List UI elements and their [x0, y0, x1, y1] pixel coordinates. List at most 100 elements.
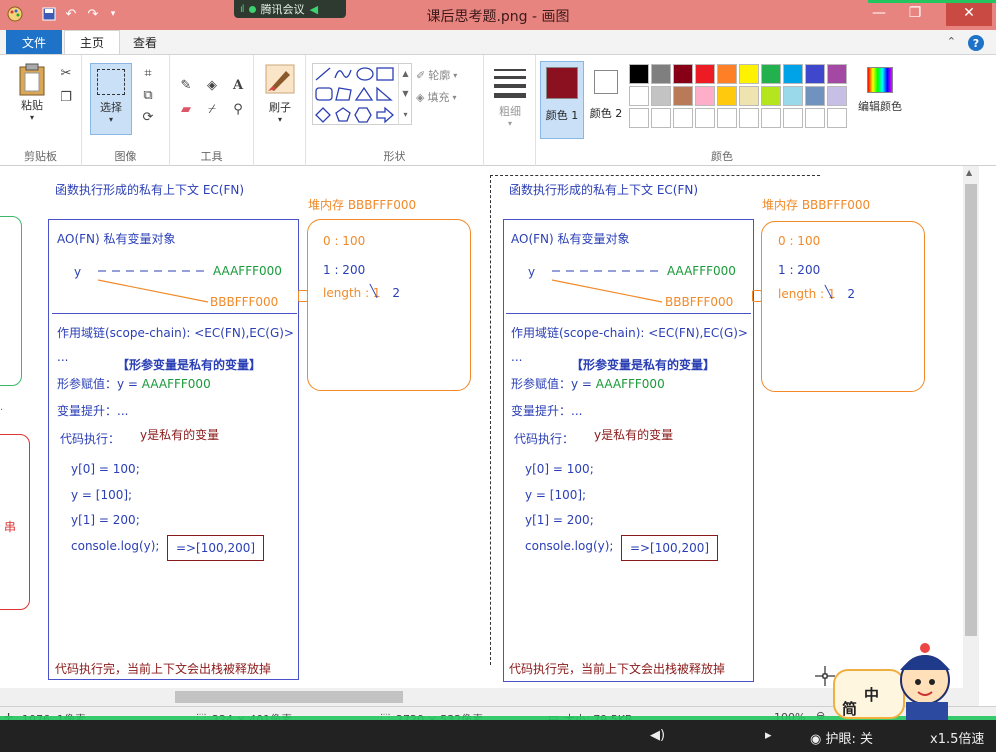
recording-dot-icon	[248, 5, 256, 13]
redo-icon[interactable]: ↷	[84, 5, 102, 23]
result-box: =>[100,200]	[167, 535, 264, 561]
text-tool-icon[interactable]: A	[228, 75, 248, 95]
scroll-down-icon[interactable]: ▼	[402, 89, 408, 98]
horizontal-scrollbar[interactable]	[0, 688, 963, 706]
save-icon[interactable]	[40, 5, 58, 23]
palette-swatch[interactable]	[629, 64, 649, 84]
heap-length-old: 1 ╲	[370, 284, 381, 300]
shape-gallery	[312, 63, 412, 125]
playback-speed[interactable]: x1.5倍速	[930, 728, 984, 747]
outline-option[interactable]: ✐ 轮廓 ▾	[416, 67, 457, 83]
shape-gallery-scroll[interactable]: ▲ ▼ ▾	[398, 63, 412, 125]
palette-swatch[interactable]	[827, 108, 847, 128]
palette-swatch[interactable]	[629, 108, 649, 128]
color2-button[interactable]: 颜色 2	[586, 61, 626, 139]
partial-green-frame	[0, 216, 22, 386]
palette-swatch[interactable]	[805, 86, 825, 106]
palette-swatch[interactable]	[673, 108, 693, 128]
crop-icon[interactable]: ⌗	[138, 63, 158, 83]
edit-colors-button[interactable]: 编辑颜色	[854, 67, 906, 114]
code-line-3: y[1] = 200;	[71, 513, 140, 527]
palette-swatch[interactable]	[761, 108, 781, 128]
copy-icon[interactable]: ❐	[56, 87, 76, 107]
meeting-label: 腾讯会议	[260, 3, 305, 16]
window-title: 课后思考题.png - 画图	[426, 9, 570, 25]
volume-icon[interactable]: ◀)	[650, 728, 665, 743]
palette-swatch[interactable]	[673, 64, 693, 84]
ime-mascot-sticker[interactable]: 中 简	[830, 640, 970, 720]
color1-button[interactable]: 颜色 1	[540, 61, 584, 139]
color-picker-icon[interactable]: ⌿	[202, 99, 222, 119]
tab-home[interactable]: 主页	[64, 30, 120, 54]
code-line-4: console.log(y);	[525, 539, 614, 553]
tab-file[interactable]: 文件	[6, 30, 62, 54]
scope-chain: 作用域链(scope-chain): <EC(FN),EC(G)>	[57, 326, 294, 340]
palette-swatch[interactable]	[651, 108, 671, 128]
close-button[interactable]: ✕	[946, 0, 992, 26]
fill-option[interactable]: ◈ 填充 ▾	[416, 89, 456, 105]
palette-swatch[interactable]	[717, 64, 737, 84]
palette-swatch[interactable]	[761, 64, 781, 84]
palette-swatch[interactable]	[717, 108, 737, 128]
rotate-icon[interactable]: ⟳	[138, 107, 158, 127]
right-triangle-shape-icon	[376, 86, 393, 101]
heap-link-tab	[752, 290, 762, 302]
palette-swatch[interactable]	[805, 108, 825, 128]
palette-swatch[interactable]	[783, 86, 803, 106]
maximize-button[interactable]: ❐	[898, 0, 932, 26]
paste-button[interactable]: 粘贴 ▾	[12, 63, 52, 122]
palette-swatch[interactable]	[827, 86, 847, 106]
fill-bucket-icon[interactable]: ◈	[202, 75, 222, 95]
meeting-indicator[interactable]: ıl 腾讯会议 ◀	[234, 0, 346, 18]
minimize-button[interactable]: —	[862, 0, 896, 26]
scroll-up-icon[interactable]: ▲	[402, 69, 408, 78]
horizontal-scroll-thumb[interactable]	[175, 691, 403, 703]
brush-button[interactable]: 刷子 ▾	[260, 63, 300, 124]
palette-swatch[interactable]	[827, 64, 847, 84]
heap-length-old: 1 ╲	[825, 285, 836, 301]
palette-swatch[interactable]	[739, 108, 759, 128]
ime-char-top: 中	[864, 686, 880, 704]
palette-swatch[interactable]	[629, 86, 649, 106]
palette-swatch[interactable]	[695, 64, 715, 84]
palette-swatch[interactable]	[805, 64, 825, 84]
drawing-canvas[interactable]: 串 . 函数执行形成的私有上下文 EC(FN) AO(FN) 私有变量对象 y …	[0, 166, 996, 710]
palette-swatch[interactable]	[783, 108, 803, 128]
eraser-icon[interactable]: ▰	[176, 99, 196, 119]
vertical-scroll-thumb[interactable]	[965, 184, 977, 636]
palette-swatch[interactable]	[695, 108, 715, 128]
help-icon[interactable]: ?	[968, 35, 984, 51]
cut-icon[interactable]: ✂	[56, 63, 76, 83]
result-box: =>[100,200]	[621, 535, 718, 561]
magnifier-icon[interactable]: ⚲	[228, 99, 248, 119]
palette-swatch[interactable]	[717, 86, 737, 106]
brush-group: 刷子 ▾	[254, 55, 306, 167]
ribbon: 粘贴 ▾ ✂ ❐ 剪贴板 选择 ▾ ⌗ ⧉ ⟳ 图像 ✎ ◈ A ▰ ⌿ ⚲ 工…	[0, 54, 996, 167]
collapse-ribbon-icon[interactable]: ⌃	[947, 35, 956, 48]
vertical-scrollbar[interactable]: ▲	[963, 166, 979, 710]
undo-icon[interactable]: ↶	[62, 5, 80, 23]
expand-gallery-icon[interactable]: ▾	[403, 110, 407, 119]
eye-care-toggle[interactable]: ◉ 护眼: 关	[810, 728, 873, 747]
context-title: 函数执行形成的私有上下文 EC(FN)	[509, 183, 699, 197]
palette-swatch[interactable]	[739, 64, 759, 84]
pencil-icon[interactable]: ✎	[176, 75, 196, 95]
resize-icon[interactable]: ⧉	[138, 85, 158, 105]
next-icon[interactable]: ▸	[765, 728, 772, 743]
footer-note: 代码执行完，当前上下文会出栈被释放掉	[509, 662, 726, 676]
palette-swatch[interactable]	[695, 86, 715, 106]
palette-swatch[interactable]	[673, 86, 693, 106]
select-button[interactable]: 选择 ▾	[90, 63, 132, 135]
rectangle-shape-icon	[376, 67, 394, 81]
palette-swatch[interactable]	[651, 86, 671, 106]
scroll-up-arrow-icon[interactable]: ▲	[966, 168, 972, 177]
palette-swatch[interactable]	[761, 86, 781, 106]
customize-toolbar-icon[interactable]: ▾	[104, 5, 122, 23]
palette-swatch[interactable]	[739, 86, 759, 106]
clipboard-icon	[19, 63, 45, 96]
palette-swatch[interactable]	[651, 64, 671, 84]
palette-swatch[interactable]	[783, 64, 803, 84]
tab-view[interactable]: 查看	[120, 30, 170, 54]
size-button[interactable]: 粗细 ▾	[492, 69, 528, 128]
code-line-3: y[1] = 200;	[525, 513, 594, 527]
